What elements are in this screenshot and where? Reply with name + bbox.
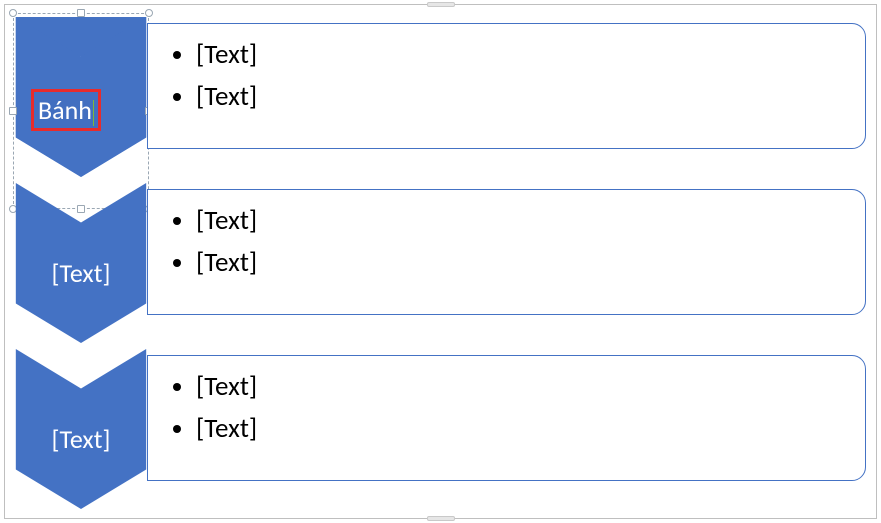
list-item[interactable]: [Text] xyxy=(196,76,849,118)
process-row-3: [Text] [Text] [Text] xyxy=(15,349,868,504)
bullet-list-3: [Text] [Text] xyxy=(178,366,849,450)
chevron-label-1-text: Bánh xyxy=(38,94,92,126)
chevron-label-2[interactable]: [Text] xyxy=(15,257,147,289)
resize-handle-ne[interactable] xyxy=(145,9,153,17)
content-panel-2[interactable]: [Text] [Text] xyxy=(147,189,866,315)
resize-handle-n[interactable] xyxy=(77,9,85,17)
chevron-shape-1[interactable]: Bánh xyxy=(15,17,147,177)
chevron-shape-3[interactable]: [Text] xyxy=(15,349,147,509)
process-row-1: Bánh [Text] [Text] xyxy=(15,17,868,172)
list-item[interactable]: [Text] xyxy=(196,366,849,408)
list-item[interactable]: [Text] xyxy=(196,242,849,284)
canvas-grab-top[interactable] xyxy=(427,2,455,7)
canvas-grab-bottom[interactable] xyxy=(427,516,455,521)
smartart-canvas[interactable]: Bánh [Text] [Text] [Text] xyxy=(4,4,877,519)
bullet-list-2: [Text] [Text] xyxy=(178,200,849,284)
list-item[interactable]: [Text] xyxy=(196,34,849,76)
list-item[interactable]: [Text] xyxy=(196,200,849,242)
chevron-label-3[interactable]: [Text] xyxy=(15,423,147,455)
resize-handle-nw[interactable] xyxy=(9,9,17,17)
bullet-list-1: [Text] [Text] xyxy=(178,34,849,118)
content-panel-1[interactable]: [Text] [Text] xyxy=(147,23,866,149)
text-caret xyxy=(93,100,94,126)
list-item[interactable]: [Text] xyxy=(196,408,849,450)
chevron-shape-2[interactable]: [Text] xyxy=(15,183,147,343)
content-panel-3[interactable]: [Text] [Text] xyxy=(147,355,866,481)
process-row-2: [Text] [Text] [Text] xyxy=(15,183,868,338)
chevron-label-1[interactable]: Bánh xyxy=(31,89,101,131)
